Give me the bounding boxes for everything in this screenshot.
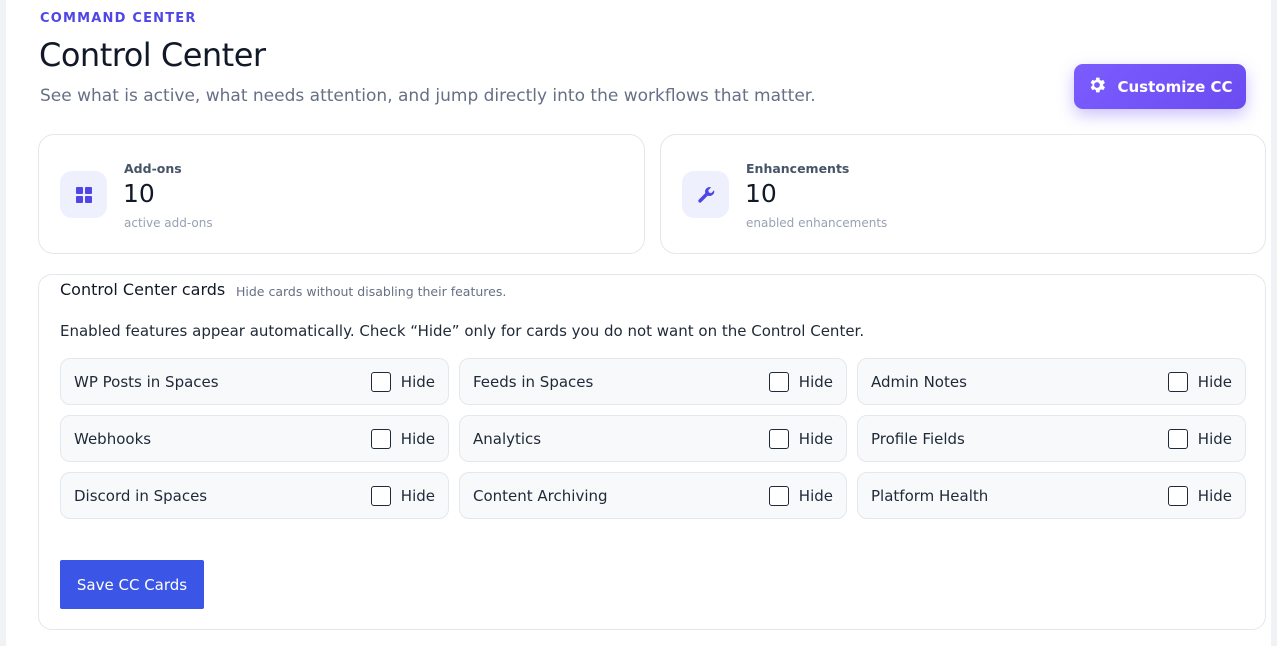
hide-toggle[interactable]: Hide <box>1167 428 1232 449</box>
hide-label: Hide <box>400 372 435 391</box>
hide-toggle[interactable]: Hide <box>768 371 833 392</box>
hide-checkbox[interactable] <box>1167 485 1188 506</box>
enhancements-stat-card: Enhancements 10 enabled enhancements <box>660 134 1266 254</box>
card-name: Content Archiving <box>473 486 608 505</box>
card-option: Content Archiving Hide <box>459 472 847 519</box>
page-subtitle: See what is active, what needs attention… <box>40 86 816 106</box>
card-name: Webhooks <box>74 429 152 448</box>
hide-checkbox[interactable] <box>370 428 391 449</box>
hide-label: Hide <box>1197 372 1232 391</box>
card-name: Discord in Spaces <box>74 486 208 505</box>
card-name: Feeds in Spaces <box>473 372 594 391</box>
wrench-icon <box>682 171 729 218</box>
panel-hint: Hide cards without disabling their featu… <box>236 284 507 299</box>
card-name: WP Posts in Spaces <box>74 372 219 391</box>
hide-toggle[interactable]: Hide <box>370 371 435 392</box>
hide-label: Hide <box>1197 429 1232 448</box>
hide-checkbox[interactable] <box>370 485 391 506</box>
hide-checkbox[interactable] <box>768 371 789 392</box>
window-edge <box>1271 0 1277 646</box>
customize-cc-button[interactable]: Customize CC <box>1074 64 1246 109</box>
card-option: Profile Fields Hide <box>857 415 1246 462</box>
card-name: Admin Notes <box>871 372 967 391</box>
hide-checkbox[interactable] <box>768 428 789 449</box>
card-option: Discord in Spaces Hide <box>60 472 449 519</box>
hide-toggle[interactable]: Hide <box>768 428 833 449</box>
addons-label: Add-ons <box>124 161 182 176</box>
page-title: Control Center <box>39 36 266 74</box>
hide-label: Hide <box>400 429 435 448</box>
cc-cards-panel: Control Center cards Hide cards without … <box>38 274 1266 630</box>
card-name: Profile Fields <box>871 429 965 448</box>
eyebrow-label: COMMAND CENTER <box>40 11 197 26</box>
hide-toggle[interactable]: Hide <box>768 485 833 506</box>
hide-checkbox[interactable] <box>1167 371 1188 392</box>
hide-checkbox[interactable] <box>370 371 391 392</box>
panel-description: Enabled features appear automatically. C… <box>60 322 865 340</box>
customize-cc-label: Customize CC <box>1117 77 1233 96</box>
card-option: Platform Health Hide <box>857 472 1246 519</box>
hide-toggle[interactable]: Hide <box>1167 485 1232 506</box>
card-option: Webhooks Hide <box>60 415 449 462</box>
hide-toggle[interactable]: Hide <box>370 485 435 506</box>
card-name: Platform Health <box>871 486 989 505</box>
hide-checkbox[interactable] <box>1167 428 1188 449</box>
hide-label: Hide <box>400 486 435 505</box>
hide-checkbox[interactable] <box>768 485 789 506</box>
card-option: Admin Notes Hide <box>857 358 1246 405</box>
hide-label: Hide <box>798 372 833 391</box>
grid-icon <box>60 171 107 218</box>
addons-stat-card: Add-ons 10 active add-ons <box>38 134 645 254</box>
hide-label: Hide <box>798 429 833 448</box>
control-center-page: COMMAND CENTER Control Center See what i… <box>6 0 1271 646</box>
hide-toggle[interactable]: Hide <box>370 428 435 449</box>
cards-grid: WP Posts in Spaces Hide Feeds in Spaces … <box>60 358 1246 519</box>
enhancements-sublabel: enabled enhancements <box>746 216 888 230</box>
card-name: Analytics <box>473 429 542 448</box>
hide-label: Hide <box>1197 486 1232 505</box>
card-option: Analytics Hide <box>459 415 847 462</box>
save-cc-cards-button[interactable]: Save CC Cards <box>60 560 204 609</box>
enhancements-count: 10 <box>745 179 777 208</box>
card-option: WP Posts in Spaces Hide <box>60 358 449 405</box>
gear-icon <box>1087 75 1107 99</box>
card-option: Feeds in Spaces Hide <box>459 358 847 405</box>
hide-toggle[interactable]: Hide <box>1167 371 1232 392</box>
addons-sublabel: active add-ons <box>124 216 213 230</box>
panel-title: Control Center cards <box>60 280 226 299</box>
hide-label: Hide <box>798 486 833 505</box>
enhancements-label: Enhancements <box>746 161 850 176</box>
addons-count: 10 <box>123 179 155 208</box>
